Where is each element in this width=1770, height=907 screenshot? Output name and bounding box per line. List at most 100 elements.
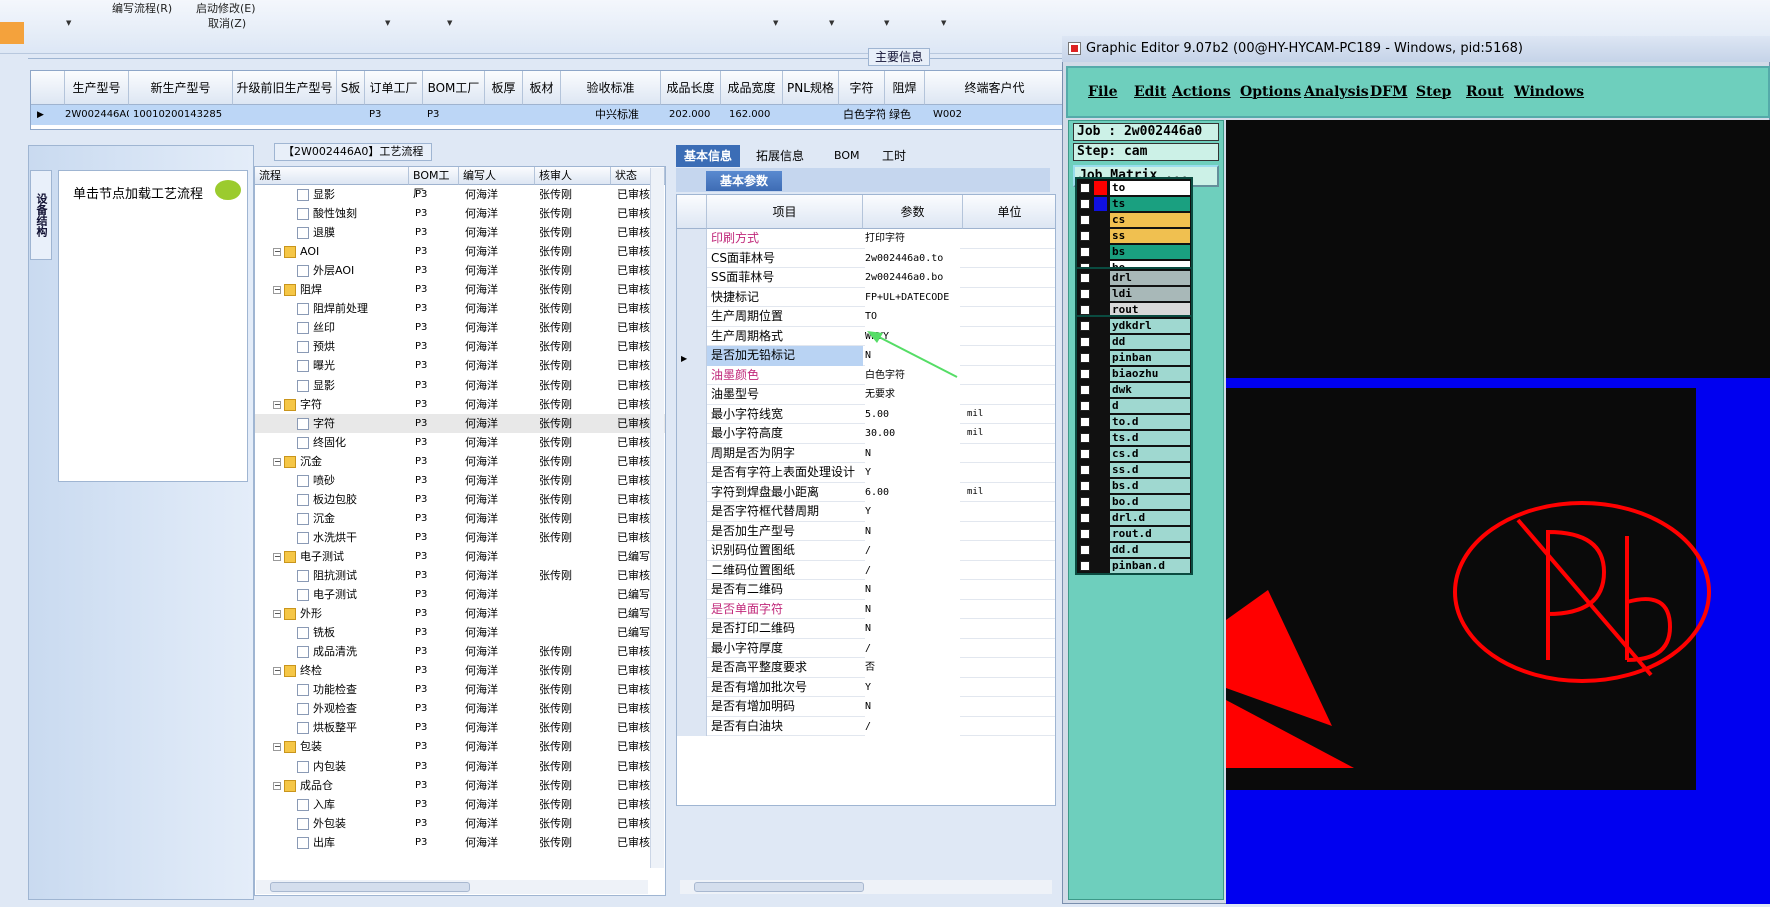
col-header[interactable]: 板厚 bbox=[485, 71, 523, 105]
tree-row[interactable]: 水洗烘干 P3 何海洋 张传刚 已审核 bbox=[255, 528, 665, 547]
tree-row[interactable]: 内包装 P3 何海洋 张传刚 已审核 bbox=[255, 757, 665, 776]
property-value[interactable]: N bbox=[865, 697, 960, 717]
cell[interactable]: 绿色 bbox=[885, 105, 925, 125]
tree-row[interactable]: 终固化 P3 何海洋 张传刚 已审核 bbox=[255, 433, 665, 452]
graphic-canvas[interactable] bbox=[1226, 120, 1770, 904]
property-value[interactable]: / bbox=[865, 638, 960, 658]
layer-checkbox[interactable] bbox=[1080, 305, 1090, 315]
property-row[interactable]: CS面菲林号 2w002446a0.to bbox=[677, 248, 1055, 268]
collapse-icon[interactable]: − bbox=[273, 457, 281, 466]
menu-actions[interactable]: Actions bbox=[1172, 84, 1231, 100]
menu-file[interactable]: File bbox=[1088, 84, 1117, 100]
tree-row[interactable]: 板边包胶 P3 何海洋 张传刚 已审核 bbox=[255, 490, 665, 509]
property-value[interactable]: 2w002446a0.to bbox=[865, 248, 960, 268]
cell[interactable]: 白色字符 bbox=[839, 105, 885, 125]
layer-row[interactable]: cs.d bbox=[1077, 446, 1191, 462]
collapse-icon[interactable]: − bbox=[273, 667, 281, 676]
tree-row[interactable]: 酸性蚀刻 P3 何海洋 张传刚 已审核 bbox=[255, 204, 665, 223]
menu-dfm[interactable]: DFM bbox=[1370, 84, 1408, 100]
layer-name[interactable]: ydkdrl bbox=[1110, 319, 1190, 333]
col-header[interactable]: 阻焊 bbox=[885, 71, 925, 105]
layer-checkbox[interactable] bbox=[1080, 417, 1090, 427]
layer-row[interactable]: rout.d bbox=[1077, 526, 1191, 542]
col-header[interactable]: 成品宽度 bbox=[721, 71, 783, 105]
layer-checkbox[interactable] bbox=[1080, 369, 1090, 379]
layer-name[interactable]: to.d bbox=[1110, 415, 1190, 429]
dropdown-arrow-icon[interactable]: ▼ bbox=[941, 19, 946, 27]
col-header[interactable]: 新生产型号 bbox=[129, 71, 233, 105]
dropdown-arrow-icon[interactable]: ▼ bbox=[773, 19, 778, 27]
property-value[interactable]: 30.00 bbox=[865, 424, 960, 444]
layer-row[interactable]: ydkdrl bbox=[1077, 318, 1191, 334]
cell[interactable]: P3 bbox=[423, 105, 485, 125]
layer-name[interactable]: pinban.d bbox=[1110, 559, 1190, 573]
tree-node[interactable]: − 终检 bbox=[273, 661, 423, 680]
layer-checkbox[interactable] bbox=[1080, 273, 1090, 283]
tree-row[interactable]: 字符 P3 何海洋 张传刚 已审核 bbox=[255, 413, 665, 433]
tree-row[interactable]: − 字符 P3 何海洋 张传刚 已审核 bbox=[255, 395, 665, 414]
cell[interactable]: W002 bbox=[929, 105, 989, 125]
cell[interactable]: P3 bbox=[365, 105, 423, 125]
property-row[interactable]: 是否字符框代替周期 Y bbox=[677, 502, 1055, 522]
property-value[interactable]: 否 bbox=[865, 658, 960, 678]
layer-name[interactable]: ss.d bbox=[1110, 463, 1190, 477]
layer-checkbox[interactable] bbox=[1080, 481, 1090, 491]
start-modify-button[interactable]: 启动修改(E) bbox=[196, 0, 256, 16]
collapse-icon[interactable]: − bbox=[273, 286, 281, 295]
cell[interactable]: 202.000 bbox=[665, 105, 721, 125]
layer-name[interactable]: ss bbox=[1110, 229, 1190, 243]
layer-row[interactable]: to bbox=[1077, 180, 1191, 196]
tree-row[interactable]: 沉金 P3 何海洋 张传刚 已审核 bbox=[255, 509, 665, 528]
tree-col-header[interactable]: 编写人 bbox=[459, 167, 535, 185]
tree-row[interactable]: − 外形 P3 何海洋 已编写 bbox=[255, 604, 665, 623]
property-row[interactable]: 是否有二维码 N bbox=[677, 580, 1055, 600]
tree-row[interactable]: 外观检查 P3 何海洋 张传刚 已审核 bbox=[255, 699, 665, 718]
property-value[interactable]: / bbox=[865, 716, 960, 736]
tree-col-header[interactable]: 流程 bbox=[255, 167, 409, 185]
property-row[interactable]: 快捷标记 FP+UL+DATECODE bbox=[677, 287, 1055, 307]
layer-name[interactable]: cs bbox=[1110, 213, 1190, 227]
tree-row[interactable]: 曝光 P3 何海洋 张传刚 已审核 bbox=[255, 356, 665, 375]
tree-col-header[interactable]: BOM工厂 bbox=[409, 167, 459, 200]
tree-row[interactable]: 出库 P3 何海洋 张传刚 已审核 bbox=[255, 833, 665, 852]
property-value[interactable]: FP+UL+DATECODE bbox=[865, 287, 960, 307]
collapse-icon[interactable]: − bbox=[273, 743, 281, 752]
property-value[interactable]: Y bbox=[865, 463, 960, 483]
tab-extended-info[interactable]: 拓展信息 bbox=[748, 145, 812, 167]
property-row[interactable]: 是否打印二维码 N bbox=[677, 619, 1055, 639]
tree-col-header[interactable]: 核审人 bbox=[535, 167, 611, 185]
tree-node[interactable]: − AOI bbox=[273, 242, 423, 261]
tab-bom[interactable]: BOM bbox=[826, 145, 868, 167]
layer-checkbox[interactable] bbox=[1080, 529, 1090, 539]
tab-basic-params[interactable]: 基本参数 bbox=[706, 171, 783, 191]
property-row[interactable]: 是否单面字符 N bbox=[677, 599, 1055, 619]
col-header[interactable]: PNL规格 bbox=[783, 71, 839, 105]
property-row[interactable]: 最小字符线宽 5.00 mil bbox=[677, 404, 1055, 424]
property-row[interactable]: 是否有增加明码 N bbox=[677, 697, 1055, 717]
property-value[interactable]: N bbox=[865, 443, 960, 463]
layer-row[interactable]: drl.d bbox=[1077, 510, 1191, 526]
property-value[interactable]: / bbox=[865, 541, 960, 561]
tree-node[interactable]: − 阻焊 bbox=[273, 280, 423, 299]
cell[interactable] bbox=[523, 105, 561, 125]
layer-checkbox[interactable] bbox=[1080, 337, 1090, 347]
tree-row[interactable]: 预烘 P3 何海洋 张传刚 已审核 bbox=[255, 337, 665, 356]
tree-row[interactable]: − 终检 P3 何海洋 张传刚 已审核 bbox=[255, 661, 665, 680]
menu-step[interactable]: Step bbox=[1416, 84, 1451, 100]
layer-row[interactable]: ts.d bbox=[1077, 430, 1191, 446]
tree-row[interactable]: 功能检查 P3 何海洋 张传刚 已审核 bbox=[255, 680, 665, 699]
cell[interactable]: 10010200143285 bbox=[129, 105, 233, 125]
tree-row[interactable]: 外包装 P3 何海洋 张传刚 已审核 bbox=[255, 814, 665, 833]
layer-checkbox[interactable] bbox=[1080, 465, 1090, 475]
collapse-icon[interactable]: − bbox=[273, 610, 281, 619]
col-header[interactable]: 字符 bbox=[839, 71, 885, 105]
tab-basic-info[interactable]: 基本信息 bbox=[676, 145, 741, 167]
layer-row[interactable]: dd bbox=[1077, 334, 1191, 350]
layer-checkbox[interactable] bbox=[1080, 545, 1090, 555]
layer-name[interactable]: rout.d bbox=[1110, 527, 1190, 541]
tree-row[interactable]: − 阻焊 P3 何海洋 张传刚 已审核 bbox=[255, 280, 665, 299]
layer-name[interactable]: bo.d bbox=[1110, 495, 1190, 509]
dropdown-arrow-icon[interactable]: ▼ bbox=[385, 19, 390, 27]
layer-checkbox[interactable] bbox=[1080, 385, 1090, 395]
layer-name[interactable]: ldi bbox=[1110, 287, 1190, 301]
